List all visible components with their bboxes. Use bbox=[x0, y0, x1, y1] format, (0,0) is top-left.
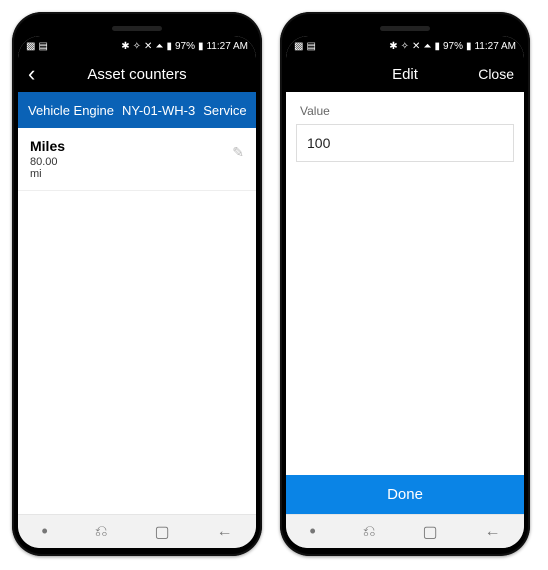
nav-back-button[interactable]: ← bbox=[217, 523, 233, 541]
nav-recents-button[interactable]: ⎌ bbox=[95, 523, 108, 541]
status-app2-icon: ▤ bbox=[38, 41, 47, 52]
value-input[interactable]: 100 bbox=[296, 124, 514, 162]
done-button[interactable]: Done bbox=[286, 475, 524, 514]
nav-bar: • ⎌ ▢ ← bbox=[286, 514, 524, 548]
page-title: Edit bbox=[340, 66, 470, 83]
asset-service: Service bbox=[203, 103, 246, 118]
wifi-icon: ⏶ bbox=[423, 41, 431, 52]
screen-right: ▩ ▤ ✱ ✧ ✕ ⏶ ▮ 97% ▮ 11:27 AM Edit Close … bbox=[286, 36, 524, 548]
asset-type: Vehicle Engine bbox=[28, 103, 114, 118]
app-bar: ‹ Asset counters bbox=[18, 56, 256, 92]
bluetooth-icon: ✱ bbox=[389, 41, 397, 52]
nav-recents-button[interactable]: ⎌ bbox=[363, 523, 376, 541]
screen-left: ▩ ▤ ✱ ✧ ✕ ⏶ ▮ 97% ▮ 11:27 AM ‹ Asset cou… bbox=[18, 36, 256, 548]
counter-value: 80.00 bbox=[30, 156, 65, 168]
vibrate-icon: ✧ bbox=[401, 41, 409, 52]
status-app1-icon: ▩ bbox=[294, 41, 303, 52]
bluetooth-icon: ✱ bbox=[121, 41, 129, 52]
back-button[interactable]: ‹ bbox=[28, 61, 72, 87]
mute-icon: ✕ bbox=[412, 41, 420, 52]
close-button[interactable]: Close bbox=[470, 66, 514, 82]
counter-name: Miles bbox=[30, 138, 65, 154]
battery-pct: 97% bbox=[175, 41, 195, 52]
battery-icon: ▮ bbox=[198, 41, 204, 52]
counter-unit: mi bbox=[30, 168, 65, 180]
asset-id: NY-01-WH-3 bbox=[122, 103, 195, 118]
value-label: Value bbox=[286, 92, 524, 122]
nav-menu-button[interactable]: • bbox=[309, 521, 315, 542]
wifi-icon: ⏶ bbox=[155, 41, 163, 52]
app-bar: Edit Close bbox=[286, 56, 524, 92]
nav-bar: • ⎌ ▢ ← bbox=[18, 514, 256, 548]
clock: 11:27 AM bbox=[474, 41, 516, 52]
clock: 11:27 AM bbox=[206, 41, 248, 52]
signal-icon: ▮ bbox=[434, 41, 440, 52]
nav-home-button[interactable]: ▢ bbox=[154, 522, 169, 542]
phone-right: ▩ ▤ ✱ ✧ ✕ ⏶ ▮ 97% ▮ 11:27 AM Edit Close … bbox=[280, 12, 530, 556]
content: Value 100 Done bbox=[286, 92, 524, 514]
status-bar: ▩ ▤ ✱ ✧ ✕ ⏶ ▮ 97% ▮ 11:27 AM bbox=[18, 36, 256, 56]
battery-icon: ▮ bbox=[466, 41, 472, 52]
content: Miles 80.00 mi ✎ bbox=[18, 128, 256, 514]
counter-row[interactable]: Miles 80.00 mi ✎ bbox=[18, 128, 256, 191]
asset-header: Vehicle Engine NY-01-WH-3 Service bbox=[18, 92, 256, 128]
nav-back-button[interactable]: ← bbox=[485, 523, 501, 541]
battery-pct: 97% bbox=[443, 41, 463, 52]
page-title: Asset counters bbox=[72, 66, 202, 83]
mute-icon: ✕ bbox=[144, 41, 152, 52]
edit-icon[interactable]: ✎ bbox=[232, 138, 244, 161]
status-app1-icon: ▩ bbox=[26, 41, 35, 52]
status-bar: ▩ ▤ ✱ ✧ ✕ ⏶ ▮ 97% ▮ 11:27 AM bbox=[286, 36, 524, 56]
nav-home-button[interactable]: ▢ bbox=[422, 522, 437, 542]
nav-menu-button[interactable]: • bbox=[41, 521, 47, 542]
signal-icon: ▮ bbox=[166, 41, 172, 52]
vibrate-icon: ✧ bbox=[133, 41, 141, 52]
status-app2-icon: ▤ bbox=[306, 41, 315, 52]
phone-left: ▩ ▤ ✱ ✧ ✕ ⏶ ▮ 97% ▮ 11:27 AM ‹ Asset cou… bbox=[12, 12, 262, 556]
